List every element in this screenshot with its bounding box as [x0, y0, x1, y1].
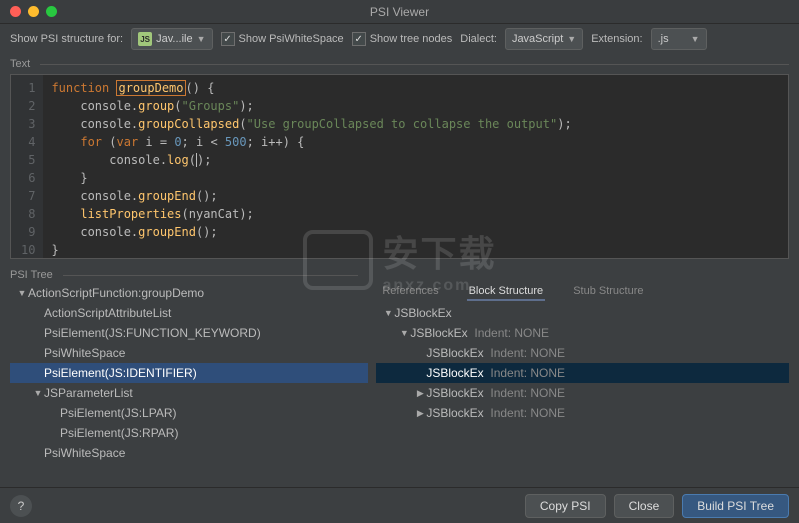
tree-node-label: JSParameterList: [44, 386, 133, 400]
show-whitespace-checkbox[interactable]: ✓ Show PsiWhiteSpace: [221, 32, 344, 46]
file-dropdown-value: Jav...ile: [156, 33, 192, 45]
show-treenodes-label: Show tree nodes: [370, 33, 453, 45]
tree-node-label: PsiElement(JS:IDENTIFIER): [44, 366, 197, 380]
tree-row[interactable]: ▼PsiElement(JS:FUNCTION_KEYWORD): [10, 323, 368, 343]
file-dropdown[interactable]: JS Jav...ile ▼: [131, 28, 212, 50]
chevron-down-icon[interactable]: ▼: [398, 328, 410, 338]
tree-node-label: JSBlockEx: [426, 366, 483, 380]
chevron-right-icon[interactable]: ▶: [414, 388, 426, 399]
titlebar: PSI Viewer: [0, 0, 799, 24]
tree-row[interactable]: ▼PsiWhiteSpace: [10, 343, 368, 363]
chevron-down-icon[interactable]: ▼: [32, 388, 44, 398]
structure-tabs: References Block Structure Stub Structur…: [376, 283, 789, 303]
code-editor[interactable]: 12345678910 function groupDemo() { conso…: [10, 74, 789, 259]
tree-node-suffix: Indent: NONE: [468, 326, 549, 340]
tree-row[interactable]: ▶JSBlockEx Indent: NONE: [376, 383, 789, 403]
tree-node-suffix: Indent: NONE: [484, 386, 565, 400]
close-button[interactable]: Close: [614, 494, 675, 518]
editor-code[interactable]: function groupDemo() { console.group("Gr…: [43, 75, 788, 258]
js-file-icon: JS: [138, 32, 152, 46]
block-structure-pane: References Block Structure Stub Structur…: [376, 283, 789, 481]
psitree-section-label: PSI Tree: [0, 265, 368, 283]
copy-psi-button[interactable]: Copy PSI: [525, 494, 606, 518]
editor-gutter: 12345678910: [11, 75, 43, 258]
tree-node-label: PsiElement(JS:FUNCTION_KEYWORD): [44, 326, 261, 340]
tree-row[interactable]: ▼JSParameterList: [10, 383, 368, 403]
tree-node-label: PsiWhiteSpace: [44, 446, 125, 460]
tree-node-label: PsiWhiteSpace: [44, 346, 125, 360]
footer: ? Copy PSI Close Build PSI Tree: [0, 487, 799, 523]
extension-label: Extension:: [591, 33, 642, 45]
psi-tree-pane: ▼ActionScriptFunction:groupDemo▼ActionSc…: [10, 283, 368, 481]
tree-node-suffix: Indent: NONE: [484, 346, 565, 360]
dialect-value: JavaScript: [512, 33, 563, 45]
chevron-down-icon: ▼: [567, 34, 576, 44]
dialect-dropdown[interactable]: JavaScript ▼: [505, 28, 583, 50]
tree-row[interactable]: ▼JSBlockEx: [376, 303, 789, 323]
maximize-window-icon[interactable]: [46, 6, 57, 17]
tree-node-label: JSBlockEx: [410, 326, 467, 340]
tree-node-label: JSBlockEx: [426, 346, 483, 360]
chevron-down-icon[interactable]: ▼: [382, 308, 394, 318]
tree-row[interactable]: ▶JSBlockEx Indent: NONE: [376, 403, 789, 423]
tree-node-label: JSBlockEx: [394, 306, 451, 320]
tree-row[interactable]: ▼ActionScriptFunction:groupDemo: [10, 283, 368, 303]
tree-node-label: JSBlockEx: [426, 406, 483, 420]
help-icon[interactable]: ?: [10, 495, 32, 517]
checkbox-icon: ✓: [352, 32, 366, 46]
minimize-window-icon[interactable]: [28, 6, 39, 17]
tree-node-label: ActionScriptFunction:groupDemo: [28, 286, 204, 300]
tree-row[interactable]: ▼PsiElement(JS:RPAR): [10, 423, 368, 443]
tree-row[interactable]: ▼PsiElement(JS:IDENTIFIER): [10, 363, 368, 383]
extension-dropdown[interactable]: .js ▼: [651, 28, 707, 50]
checkbox-icon: ✓: [221, 32, 235, 46]
lower-panes: ▼ActionScriptFunction:groupDemo▼ActionSc…: [0, 283, 799, 487]
tab-stub-structure[interactable]: Stub Structure: [571, 283, 645, 301]
tree-row[interactable]: ▼ActionScriptAttributeList: [10, 303, 368, 323]
close-window-icon[interactable]: [10, 6, 21, 17]
window-controls: [0, 6, 57, 17]
block-tree[interactable]: ▼JSBlockEx▼JSBlockEx Indent: NONE▼JSBloc…: [376, 303, 789, 481]
tree-node-label: JSBlockEx: [426, 386, 483, 400]
tree-row[interactable]: ▼JSBlockEx Indent: NONE: [376, 363, 789, 383]
tree-node-suffix: Indent: NONE: [484, 366, 565, 380]
chevron-down-icon: ▼: [691, 34, 700, 44]
tree-node-suffix: Indent: NONE: [484, 406, 565, 420]
dialect-label: Dialect:: [460, 33, 497, 45]
structure-for-label: Show PSI structure for:: [10, 33, 123, 45]
tab-block-structure[interactable]: Block Structure: [467, 283, 546, 301]
tab-references[interactable]: References: [380, 283, 440, 301]
text-section-label: Text: [0, 54, 799, 72]
tree-node-label: PsiElement(JS:LPAR): [60, 406, 176, 420]
tree-node-label: PsiElement(JS:RPAR): [60, 426, 178, 440]
chevron-down-icon: ▼: [197, 34, 206, 44]
toolbar: Show PSI structure for: JS Jav...ile ▼ ✓…: [0, 24, 799, 54]
tree-row[interactable]: ▼JSBlockEx Indent: NONE: [376, 323, 789, 343]
tree-row[interactable]: ▼PsiElement(JS:LPAR): [10, 403, 368, 423]
tree-row[interactable]: ▼PsiWhiteSpace: [10, 443, 368, 463]
chevron-right-icon[interactable]: ▶: [414, 408, 426, 419]
show-whitespace-label: Show PsiWhiteSpace: [239, 33, 344, 45]
tree-node-label: ActionScriptAttributeList: [44, 306, 171, 320]
chevron-down-icon[interactable]: ▼: [16, 288, 28, 298]
extension-value: .js: [658, 33, 669, 45]
show-treenodes-checkbox[interactable]: ✓ Show tree nodes: [352, 32, 453, 46]
build-psi-tree-button[interactable]: Build PSI Tree: [682, 494, 789, 518]
tree-row[interactable]: ▼JSBlockEx Indent: NONE: [376, 343, 789, 363]
psi-tree[interactable]: ▼ActionScriptFunction:groupDemo▼ActionSc…: [10, 283, 368, 481]
window-title: PSI Viewer: [370, 5, 429, 19]
